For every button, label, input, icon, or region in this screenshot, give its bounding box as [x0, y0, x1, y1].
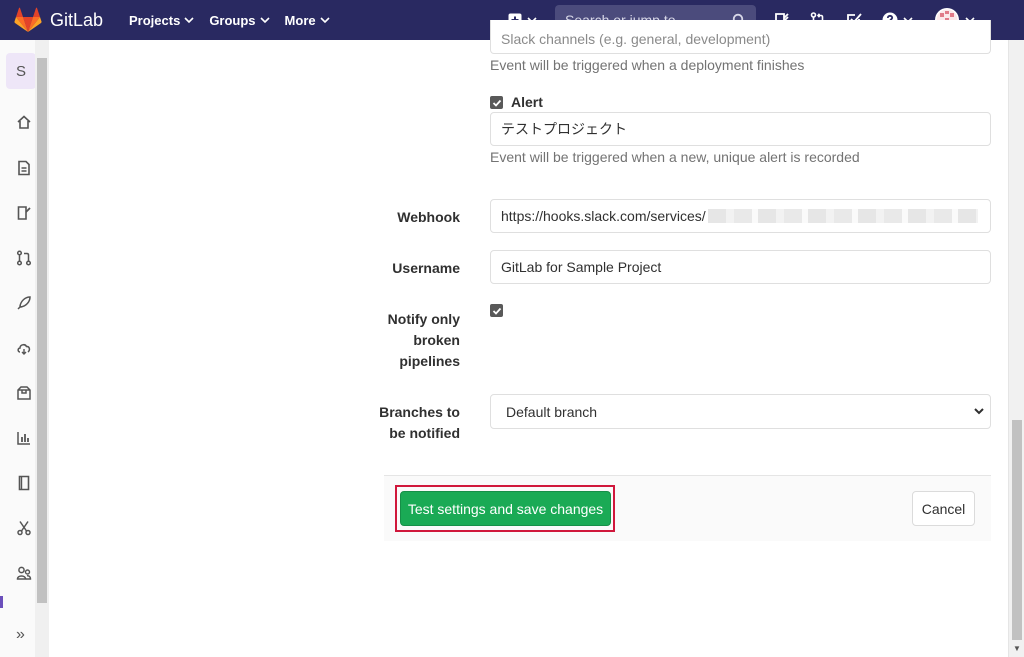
merge-request-icon[interactable] — [16, 250, 32, 266]
scroll-down-arrow-icon[interactable]: ▼ — [1013, 644, 1021, 653]
alert-channel-input[interactable]: テストプロジェクト — [490, 112, 991, 146]
nav-projects-label: Projects — [129, 12, 181, 28]
project-sidebar: S » — [0, 40, 49, 657]
checkmark-icon — [492, 307, 501, 315]
webhook-value: https://hooks.slack.com/services/ — [501, 208, 706, 224]
project-avatar[interactable]: S — [6, 53, 36, 89]
sidebar-scroll-thumb[interactable] — [37, 58, 47, 603]
branches-label: Branches to be notified — [300, 402, 460, 444]
cancel-button[interactable]: Cancel — [912, 491, 975, 526]
cloud-icon[interactable] — [16, 340, 32, 356]
deployment-channel-placeholder: Slack channels (e.g. general, developmen… — [501, 31, 771, 47]
issues-icon[interactable] — [16, 205, 32, 221]
brand-name: GitLab — [50, 9, 104, 30]
snippets-icon[interactable] — [16, 520, 32, 536]
deployment-channel-input[interactable]: Slack channels (e.g. general, developmen… — [490, 20, 991, 54]
webhook-input[interactable]: https://hooks.slack.com/services/ — [490, 199, 991, 233]
nav-groups[interactable]: Groups — [209, 12, 270, 28]
rocket-icon[interactable] — [16, 295, 32, 311]
deployment-help-text: Event will be triggered when a deploymen… — [490, 57, 805, 73]
gitlab-home-link[interactable]: GitLab — [14, 7, 114, 33]
analytics-icon[interactable] — [16, 430, 32, 446]
sidebar-scrollbar[interactable] — [35, 40, 49, 657]
notify-label-line-2: broken — [413, 332, 460, 348]
chevron-down-icon — [259, 17, 270, 24]
username-label: Username — [392, 260, 460, 276]
members-icon[interactable] — [16, 565, 32, 581]
notify-broken-label: Notify only broken pipelines — [300, 309, 460, 372]
checkmark-icon — [492, 99, 501, 107]
alert-channel-value: テストプロジェクト — [501, 121, 627, 137]
notify-label-line-3: pipelines — [399, 353, 460, 369]
gitlab-logo-icon — [14, 7, 42, 32]
redacted-token — [707, 209, 978, 223]
nav-more-label: More — [284, 12, 316, 28]
test-and-save-button[interactable]: Test settings and save changes — [400, 491, 611, 526]
notify-broken-checkbox[interactable] — [490, 304, 503, 317]
active-indicator — [0, 596, 3, 608]
branches-selected-value: Default branch — [506, 403, 598, 420]
chevron-down-icon — [974, 408, 984, 415]
branches-label-line-2: be notified — [389, 425, 460, 441]
webhook-label: Webhook — [397, 209, 460, 225]
nav-projects[interactable]: Projects — [129, 13, 194, 28]
username-input[interactable]: GitLab for Sample Project — [490, 250, 991, 284]
document-icon[interactable] — [16, 160, 32, 176]
collapse-sidebar-icon[interactable]: » — [16, 626, 25, 644]
home-icon[interactable] — [16, 114, 32, 130]
branches-label-line-1: Branches to — [379, 404, 460, 420]
alert-help-text: Event will be triggered when a new, uniq… — [490, 149, 860, 165]
alert-label: Alert — [511, 94, 543, 110]
page-scroll-thumb[interactable] — [1012, 420, 1022, 640]
username-value: GitLab for Sample Project — [501, 259, 662, 275]
notify-label-line-1: Notify only — [387, 311, 460, 327]
package-icon[interactable] — [16, 385, 32, 401]
chevron-down-icon — [184, 17, 194, 24]
nav-groups-label: Groups — [209, 12, 256, 28]
branches-select[interactable]: Default branch — [490, 394, 991, 429]
page-scrollbar[interactable]: ▼ — [1008, 40, 1024, 657]
alert-checkbox[interactable] — [490, 96, 503, 109]
chevron-down-icon — [320, 17, 330, 24]
nav-more[interactable]: More — [285, 13, 330, 28]
wiki-icon[interactable] — [16, 475, 32, 491]
